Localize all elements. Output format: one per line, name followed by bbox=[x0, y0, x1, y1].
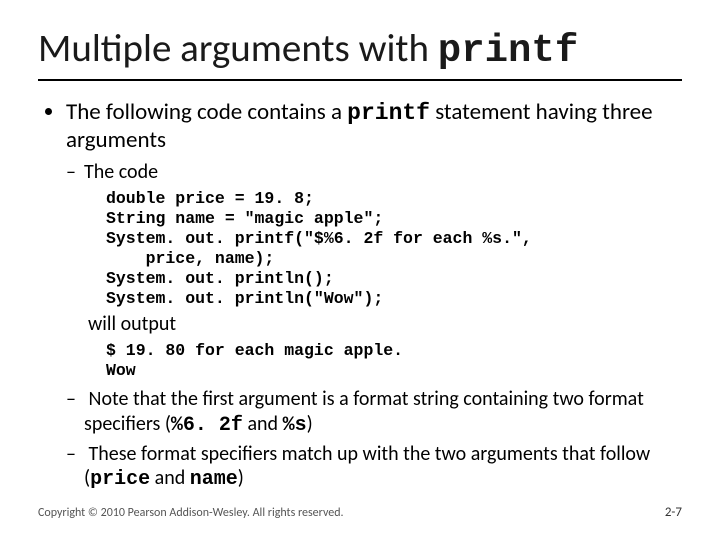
note2-c2: name bbox=[190, 468, 238, 491]
note2-mid: and bbox=[150, 466, 190, 490]
sublist: The code bbox=[84, 160, 682, 184]
slide: Multiple arguments with printf The follo… bbox=[0, 0, 720, 540]
title-rule bbox=[38, 79, 682, 81]
output-line-1: $ 19. 80 for each magic apple. bbox=[106, 341, 403, 360]
note-arg-match: These format specifiers match up with th… bbox=[84, 442, 682, 493]
code-line-3: System. out. printf("$%6. 2f for each %s… bbox=[106, 229, 532, 248]
code-line-6: System. out. println("Wow"); bbox=[106, 289, 383, 308]
will-output-label: will output bbox=[88, 313, 682, 337]
note1-post: ) bbox=[307, 412, 313, 436]
code-line-5: System. out. println(); bbox=[106, 269, 334, 288]
bullet-main-pre: The following code contains a bbox=[66, 98, 347, 126]
output-block: $ 19. 80 for each magic apple. Wow bbox=[106, 341, 682, 381]
note1-mid: and bbox=[243, 412, 283, 436]
title-code: printf bbox=[438, 29, 578, 73]
note1-c1: %6. 2f bbox=[171, 414, 243, 437]
note2-post: ) bbox=[238, 466, 244, 490]
sub-code-intro: The code bbox=[84, 160, 682, 184]
page-number: 2-7 bbox=[665, 505, 682, 520]
notes-list: Note that the first argument is a format… bbox=[84, 387, 682, 493]
copyright-text: Copyright © 2010 Pearson Addison-Wesley.… bbox=[38, 506, 344, 520]
code-line-4: price, name); bbox=[106, 249, 274, 268]
code-line-1: double price = 19. 8; bbox=[106, 189, 314, 208]
note1-pre: Note that the first argument is a format… bbox=[84, 387, 644, 435]
title-text: Multiple arguments with bbox=[38, 25, 438, 72]
note-format-specifiers: Note that the first argument is a format… bbox=[84, 387, 682, 438]
bullet-main-code: printf bbox=[347, 100, 430, 126]
bullet-main: The following code contains a printf sta… bbox=[66, 99, 682, 493]
note2-c1: price bbox=[90, 468, 150, 491]
output-line-2: Wow bbox=[106, 361, 136, 380]
code-block: double price = 19. 8; String name = "mag… bbox=[106, 189, 682, 310]
note1-c2: %s bbox=[283, 414, 307, 437]
content-list: The following code contains a printf sta… bbox=[66, 99, 682, 493]
code-line-2: String name = "magic apple"; bbox=[106, 209, 383, 228]
slide-title: Multiple arguments with printf bbox=[38, 28, 682, 73]
